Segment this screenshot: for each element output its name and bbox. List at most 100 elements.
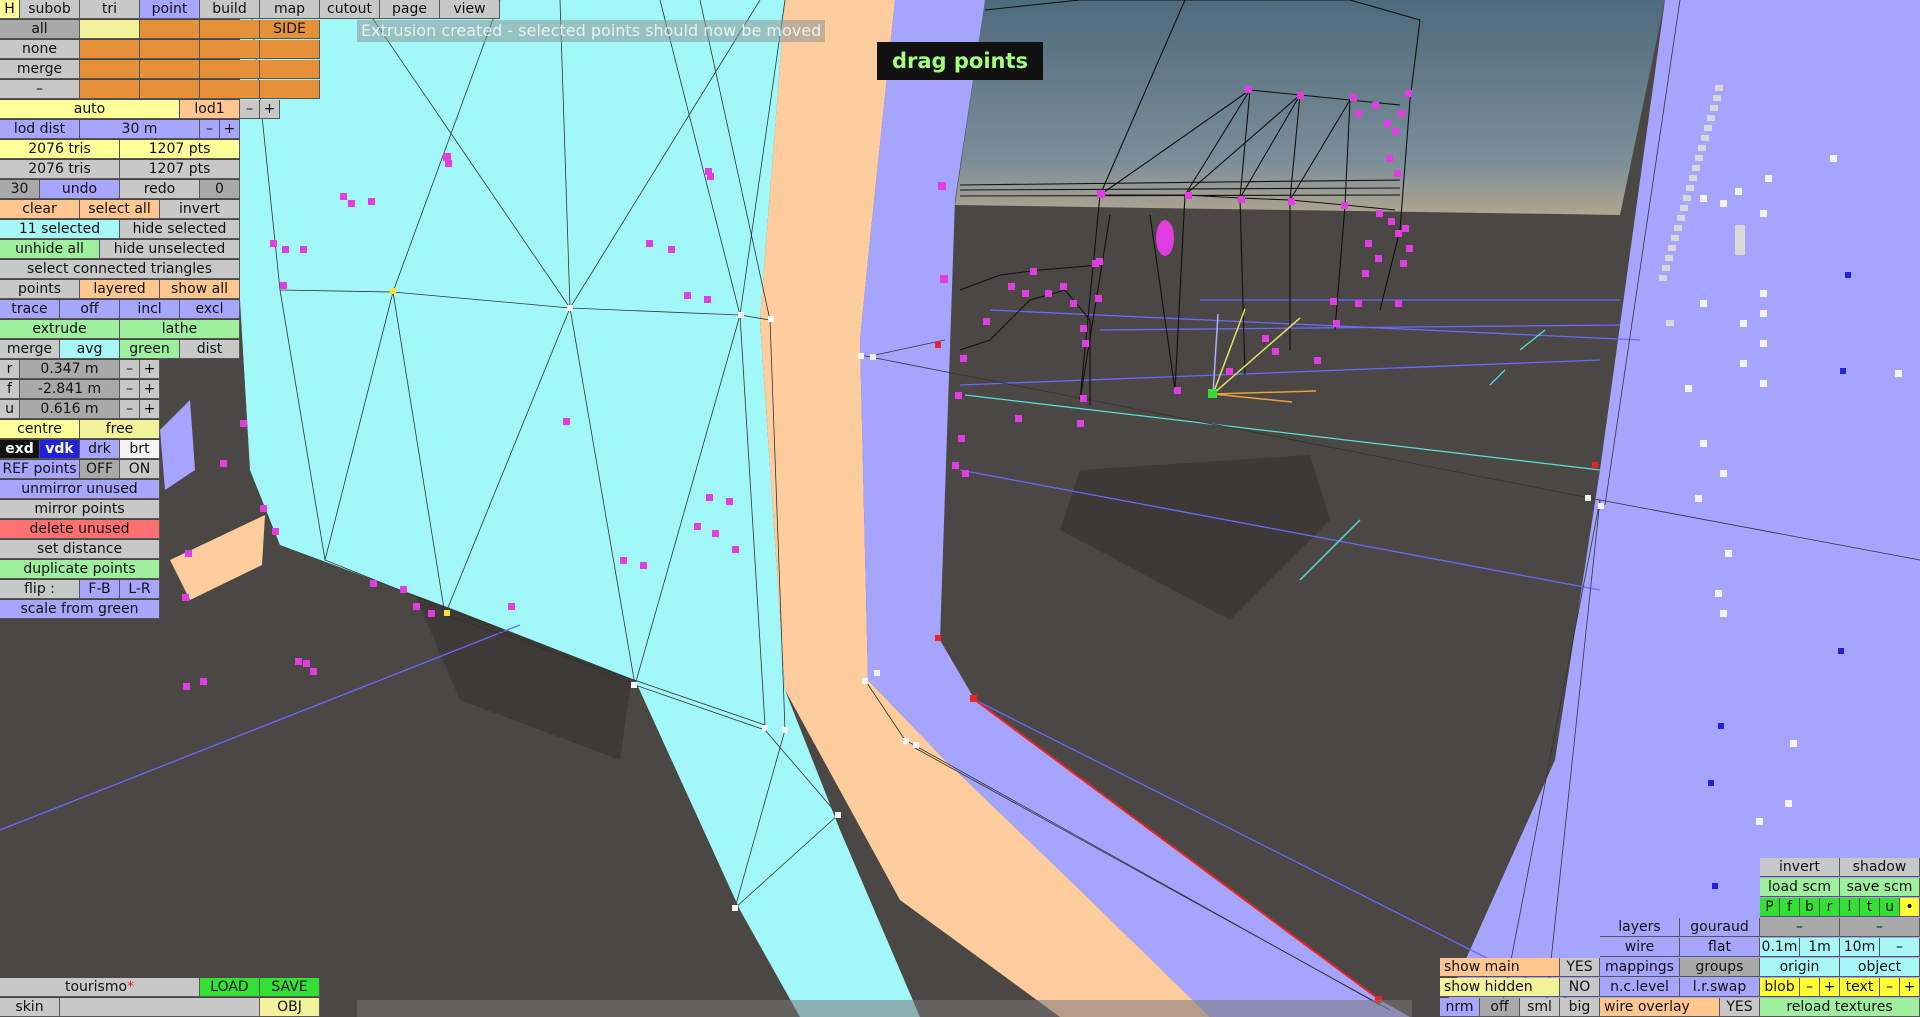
ref-on-button[interactable]: ON — [120, 460, 160, 479]
load-button[interactable]: LOAD — [200, 978, 260, 997]
lod-auto-button[interactable]: auto — [0, 100, 180, 119]
blob-plus-button[interactable]: + — [1820, 978, 1840, 997]
grid-10m-button[interactable]: 10m — [1840, 938, 1880, 957]
palette-cell[interactable] — [80, 20, 140, 39]
lod1-button[interactable]: lod1 — [180, 100, 240, 119]
green-button[interactable]: green — [120, 340, 180, 359]
menu-subob[interactable]: subob — [20, 0, 80, 19]
gouraud-button[interactable]: gouraud — [1680, 918, 1760, 937]
undo-button[interactable]: undo — [40, 180, 120, 199]
lr-swap-button[interactable]: l.r.swap — [1680, 978, 1760, 997]
coord-f-plus-button[interactable]: + — [140, 380, 160, 399]
lod-dist-minus-button[interactable]: – — [200, 120, 220, 139]
menu-view[interactable]: view — [440, 0, 500, 19]
shadow-button[interactable]: shadow — [1840, 858, 1920, 877]
toggle-f-button[interactable]: f — [1780, 898, 1800, 917]
menu-map[interactable]: map — [260, 0, 320, 19]
coord-r-plus-button[interactable]: + — [140, 360, 160, 379]
origin-button[interactable]: origin — [1760, 958, 1840, 977]
reload-textures-button[interactable]: reload textures — [1760, 998, 1920, 1017]
layers-button[interactable]: layers — [1600, 918, 1680, 937]
trace-button[interactable]: trace — [0, 300, 60, 319]
toggle-b-button[interactable]: b — [1800, 898, 1820, 917]
wire-button[interactable]: wire — [1600, 938, 1680, 957]
menu-h[interactable]: H — [0, 0, 20, 19]
unhide-all-button[interactable]: unhide all — [0, 240, 100, 259]
lod-minus-button[interactable]: – — [240, 100, 260, 119]
points-button[interactable]: points — [0, 280, 80, 299]
coord-u-value[interactable]: 0.616 m — [20, 400, 120, 419]
dash-button-2[interactable]: – — [1840, 918, 1920, 937]
merge-button[interactable]: merge — [0, 340, 60, 359]
centre-button[interactable]: centre — [0, 420, 80, 439]
side-button[interactable]: SIDE — [260, 20, 320, 39]
menu-point[interactable]: point — [140, 0, 200, 19]
trace-off-button[interactable]: off — [60, 300, 120, 319]
size-off-button[interactable]: off — [1480, 998, 1520, 1017]
trace-excl-button[interactable]: excl — [180, 300, 240, 319]
text-plus-button[interactable]: + — [1900, 978, 1920, 997]
unmirror-unused-button[interactable]: unmirror unused — [0, 480, 160, 499]
toggle-u-button[interactable]: u — [1880, 898, 1900, 917]
coord-r-minus-button[interactable]: – — [120, 360, 140, 379]
menu-tri[interactable]: tri — [80, 0, 140, 19]
toggle-r-button[interactable]: r — [1820, 898, 1840, 917]
coord-r-value[interactable]: 0.347 m — [20, 360, 120, 379]
select-all-button[interactable]: select all — [80, 200, 160, 219]
sel-none-button[interactable]: none — [0, 40, 80, 59]
menu-cutout[interactable]: cutout — [320, 0, 380, 19]
palette-cell[interactable] — [140, 60, 200, 79]
duplicate-points-button[interactable]: duplicate points — [0, 560, 160, 579]
grid-01m-button[interactable]: 0.1m — [1760, 938, 1800, 957]
blob-minus-button[interactable]: – — [1800, 978, 1820, 997]
palette-cell[interactable] — [140, 80, 200, 99]
sel-dash-button[interactable]: – — [0, 80, 80, 99]
save-button[interactable]: SAVE — [260, 978, 320, 997]
groups-button[interactable]: groups — [1680, 958, 1760, 977]
view-vdk-button[interactable]: vdk — [40, 440, 80, 459]
palette-cell[interactable] — [80, 60, 140, 79]
load-scm-button[interactable]: load scm — [1760, 878, 1840, 897]
palette-cell[interactable] — [200, 60, 260, 79]
dash-button-1[interactable]: – — [1760, 918, 1840, 937]
lod-plus-button[interactable]: + — [260, 100, 280, 119]
show-all-button[interactable]: show all — [160, 280, 240, 299]
toggle-t-button[interactable]: t — [1860, 898, 1880, 917]
sel-merge-button[interactable]: merge — [0, 60, 80, 79]
show-hidden-toggle[interactable]: NO — [1560, 978, 1600, 997]
show-main-toggle[interactable]: YES — [1560, 958, 1600, 977]
save-scm-button[interactable]: save scm — [1840, 878, 1920, 897]
sel-all-button[interactable]: all — [0, 20, 80, 39]
menu-build[interactable]: build — [200, 0, 260, 19]
hide-selected-button[interactable]: hide selected — [120, 220, 240, 239]
palette-cell[interactable] — [260, 40, 320, 59]
select-connected-button[interactable]: select connected triangles — [0, 260, 240, 279]
palette-cell[interactable] — [200, 40, 260, 59]
invert-view-button[interactable]: invert — [1760, 858, 1840, 877]
delete-unused-button[interactable]: delete unused — [0, 520, 160, 539]
flip-fb-button[interactable]: F-B — [80, 580, 120, 599]
palette-cell[interactable] — [140, 40, 200, 59]
grid-1m-button[interactable]: 1m — [1800, 938, 1840, 957]
wire-overlay-toggle[interactable]: YES — [1720, 998, 1760, 1017]
avg-button[interactable]: avg — [60, 340, 120, 359]
mappings-button[interactable]: mappings — [1600, 958, 1680, 977]
lathe-button[interactable]: lathe — [120, 320, 240, 339]
extrude-button[interactable]: extrude — [0, 320, 120, 339]
menu-page[interactable]: page — [380, 0, 440, 19]
flat-button[interactable]: flat — [1680, 938, 1760, 957]
trace-incl-button[interactable]: incl — [120, 300, 180, 319]
layered-button[interactable]: layered — [80, 280, 160, 299]
palette-cell[interactable] — [80, 40, 140, 59]
hide-unselected-button[interactable]: hide unselected — [100, 240, 240, 259]
size-big-button[interactable]: big — [1560, 998, 1600, 1017]
ref-off-button[interactable]: OFF — [80, 460, 120, 479]
palette-cell[interactable] — [260, 80, 320, 99]
viewport-3d[interactable] — [0, 0, 1920, 1017]
palette-cell[interactable] — [200, 80, 260, 99]
mirror-points-button[interactable]: mirror points — [0, 500, 160, 519]
scale-from-green-button[interactable]: scale from green — [0, 600, 160, 619]
text-minus-button[interactable]: – — [1880, 978, 1900, 997]
object-button[interactable]: object — [1840, 958, 1920, 977]
coord-u-minus-button[interactable]: – — [120, 400, 140, 419]
